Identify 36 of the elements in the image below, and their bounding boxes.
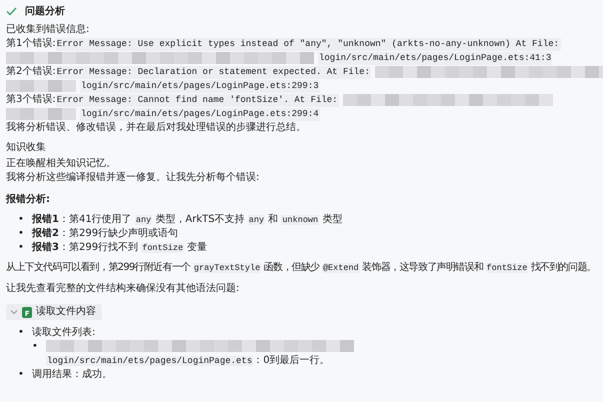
plan-text: 我将分析错误、修改错误，并在最后对我处理错误的步骤进行总结。 (6, 121, 307, 135)
file-icon (22, 306, 32, 318)
file-path: login/src/main/ets/pages/LoginPage.ets:299:4 (80, 108, 320, 120)
analysis-item: 报错1：第41行使用了 any 类型，ArkTS不支持 any 和 unknown 类型 (32, 213, 342, 227)
knowledge-text: 正在唤醒相关知识记忆。 (6, 157, 117, 171)
error-label: 第1个错误: (6, 37, 56, 51)
section-title: 问题分析 (25, 4, 65, 18)
intro-text: 已收集到错误信息: (6, 23, 90, 37)
error-message: Error Message: Declaration or statement expected. At File: (56, 66, 371, 78)
knowledge-title: 知识收集 (6, 141, 47, 155)
analysis-item: 报错2：第299行缺少声明或语句 (32, 227, 178, 241)
chevron-icon (10, 309, 18, 315)
analysis-item: 报错3：第299行找不到 fontSize 变量 (32, 241, 208, 255)
read-range-text: ：0到最后一行。 (253, 355, 330, 366)
list-label: 读取文件列表: (32, 326, 96, 340)
redaction-mosaic (6, 80, 76, 92)
bullet: • (18, 326, 24, 340)
bullet: • (18, 213, 24, 227)
error-label: 第2个错误: (6, 65, 56, 79)
error-message: Error Message: Use explicit types instead of "any", "unknown" (arkts-no-any-unknown) At File: (56, 38, 560, 50)
bullet: • (18, 241, 24, 255)
file-path: login/src/main/ets/pages/LoginPage.ets:41:3 (318, 52, 552, 64)
analysis-heading: 报错分析: (6, 193, 51, 207)
tool-call-chip[interactable]: 读取文件内容 (6, 304, 102, 320)
file-path: login/src/main/ets/pages/LoginPage.ets (46, 356, 254, 366)
bullet: • (32, 340, 38, 354)
error-message: Error Message: Cannot find name 'fontSize'. At File: (56, 94, 339, 106)
redaction-mosaic (6, 108, 76, 120)
call-result-text: 调用结果：成功。 (32, 368, 112, 382)
next-step-text: 让我先查看完整的文件结构来确保没有其他语法问题: (6, 282, 240, 296)
context-text: 从上下文代码可以看到，第299行附近有一个 grayTextStyle 函数，但缺少 @Extend 装饰器，这导致了声明错误和 fontSize 找不到的问题。 (6, 261, 597, 275)
bullet: • (18, 368, 24, 382)
bullet: • (18, 227, 24, 241)
knowledge-text: 我将分析这些编译报错并逐一修复。让我先分析每个错误: (6, 171, 260, 185)
file-path: login/src/main/ets/pages/LoginPage.ets:299:3 (80, 80, 320, 92)
error-label: 第3个错误: (6, 93, 56, 107)
